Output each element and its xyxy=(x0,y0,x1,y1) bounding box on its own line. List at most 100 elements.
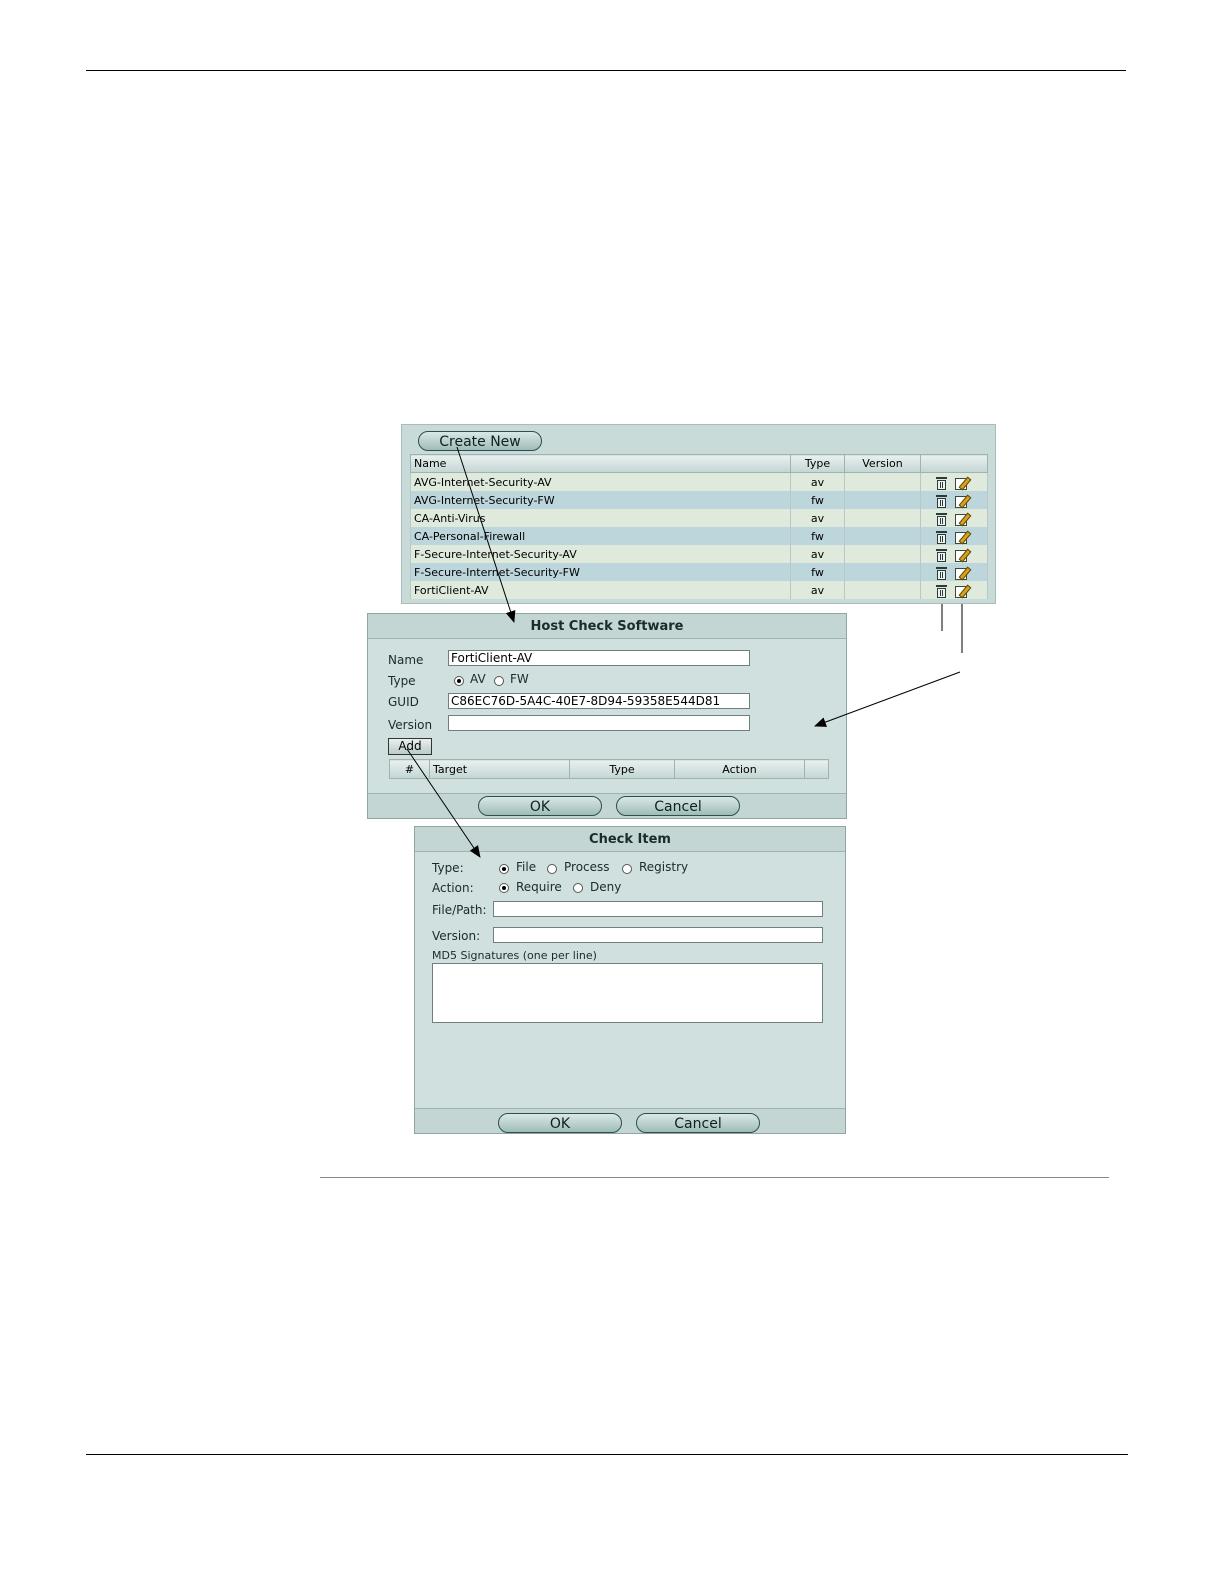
row-version xyxy=(844,563,921,581)
row-name: FortiClient-AV xyxy=(410,581,791,599)
table-row[interactable]: FortiClient-AV av xyxy=(410,581,988,599)
cancel-button[interactable]: Cancel xyxy=(616,796,740,816)
dialog-footer xyxy=(415,1108,845,1133)
row-actions xyxy=(920,472,988,491)
row-type: fw xyxy=(790,563,845,581)
column-header-type: Type xyxy=(569,759,675,779)
dialog-footer xyxy=(368,793,846,818)
table-row[interactable]: AVG-Internet-Security-FW fw xyxy=(410,491,988,509)
row-version xyxy=(844,491,921,509)
delete-icon[interactable] xyxy=(936,584,947,598)
row-version xyxy=(844,581,921,599)
row-name: F-Secure-Internet-Security-FW xyxy=(410,563,791,581)
dialog-title: Host Check Software xyxy=(368,614,846,639)
md5-signatures-textarea[interactable] xyxy=(432,963,823,1023)
edit-icon[interactable] xyxy=(955,584,972,599)
row-type: av xyxy=(790,472,845,491)
top-rule xyxy=(86,70,1126,71)
ok-button[interactable]: OK xyxy=(498,1113,622,1133)
md5-label: MD5 Signatures (one per line) xyxy=(432,949,597,962)
edit-icon[interactable] xyxy=(955,566,972,581)
dialog-title: Check Item xyxy=(415,827,845,852)
row-name: CA-Personal-Firewall xyxy=(410,527,791,545)
column-header-target: Target xyxy=(429,759,570,779)
edit-icon[interactable] xyxy=(955,476,972,491)
row-type: fw xyxy=(790,527,845,545)
table-row[interactable]: F-Secure-Internet-Security-FW fw xyxy=(410,563,988,581)
row-type: av xyxy=(790,581,845,599)
table-header: # Target Type Action xyxy=(389,759,829,779)
version-field[interactable] xyxy=(493,927,823,943)
table-row[interactable]: CA-Personal-Firewall fw xyxy=(410,527,988,545)
delete-icon[interactable] xyxy=(936,530,947,544)
type-av-label: AV xyxy=(470,672,486,686)
type-label: Type: xyxy=(432,861,464,875)
table-row[interactable]: F-Secure-Internet-Security-AV av xyxy=(410,545,988,563)
row-version xyxy=(844,472,921,491)
row-type: av xyxy=(790,509,845,527)
delete-icon[interactable] xyxy=(936,566,947,580)
delete-icon[interactable] xyxy=(936,494,947,508)
ok-button[interactable]: OK xyxy=(478,796,602,816)
column-header-blank xyxy=(804,759,829,779)
caption-rule xyxy=(320,1177,1109,1178)
row-name: AVG-Internet-Security-AV xyxy=(410,472,791,491)
guid-field[interactable]: C86EC76D-5A4C-40E7-8D94-59358E544D81 xyxy=(448,693,750,709)
type-label: Type xyxy=(388,674,416,688)
type-file-label: File xyxy=(516,860,537,874)
version-label: Version: xyxy=(432,929,481,943)
type-registry-label: Registry xyxy=(639,860,689,874)
check-item-dialog: Check Item Type: File Process Registry A… xyxy=(414,826,846,1134)
row-name: CA-Anti-Virus xyxy=(410,509,791,527)
row-actions xyxy=(920,545,988,563)
host-check-software-list: Create New Name Type Version AVG-Interne… xyxy=(401,424,996,604)
filepath-field[interactable] xyxy=(493,901,823,917)
row-actions xyxy=(920,563,988,581)
check-items-table: # Target Type Action xyxy=(389,759,829,779)
type-file-radio[interactable] xyxy=(499,864,509,874)
column-header-number: # xyxy=(389,759,430,779)
row-actions xyxy=(920,581,988,599)
bottom-rule xyxy=(86,1454,1128,1455)
edit-icon[interactable] xyxy=(955,530,972,545)
type-process-label: Process xyxy=(564,860,610,874)
edit-icon[interactable] xyxy=(955,512,972,527)
name-field[interactable]: FortiClient-AV xyxy=(448,650,750,666)
action-require-radio[interactable] xyxy=(499,883,509,893)
edit-icon[interactable] xyxy=(955,494,972,509)
filepath-label: File/Path: xyxy=(432,903,487,917)
type-av-radio[interactable] xyxy=(454,676,464,686)
type-process-radio[interactable] xyxy=(547,864,557,874)
action-require-label: Require xyxy=(516,880,562,894)
column-header-action: Action xyxy=(674,759,805,779)
action-label: Action: xyxy=(432,881,474,895)
row-name: AVG-Internet-Security-FW xyxy=(410,491,791,509)
action-deny-radio[interactable] xyxy=(573,883,583,893)
guid-label: GUID xyxy=(388,695,419,709)
type-fw-radio[interactable] xyxy=(494,676,504,686)
create-new-button[interactable]: Create New xyxy=(418,431,542,451)
delete-icon[interactable] xyxy=(936,476,947,490)
table-header: Name Type Version xyxy=(410,454,988,473)
delete-icon[interactable] xyxy=(936,548,947,562)
edit-icon[interactable] xyxy=(955,548,972,563)
row-actions xyxy=(920,509,988,527)
delete-icon[interactable] xyxy=(936,512,947,526)
column-header-actions xyxy=(920,454,988,473)
host-check-software-dialog: Host Check Software Name FortiClient-AV … xyxy=(367,613,847,819)
row-version xyxy=(844,509,921,527)
row-version xyxy=(844,527,921,545)
type-registry-radio[interactable] xyxy=(622,864,632,874)
name-label: Name xyxy=(388,653,424,667)
column-header-version: Version xyxy=(844,454,921,473)
column-header-name: Name xyxy=(410,454,791,473)
row-actions xyxy=(920,527,988,545)
version-label: Version xyxy=(388,718,433,732)
add-button[interactable]: Add xyxy=(388,738,432,755)
row-type: fw xyxy=(790,491,845,509)
version-field[interactable] xyxy=(448,715,750,731)
table-row[interactable]: AVG-Internet-Security-AV av xyxy=(410,472,988,491)
table-row[interactable]: CA-Anti-Virus av xyxy=(410,509,988,527)
action-deny-label: Deny xyxy=(590,880,622,894)
cancel-button[interactable]: Cancel xyxy=(636,1113,760,1133)
